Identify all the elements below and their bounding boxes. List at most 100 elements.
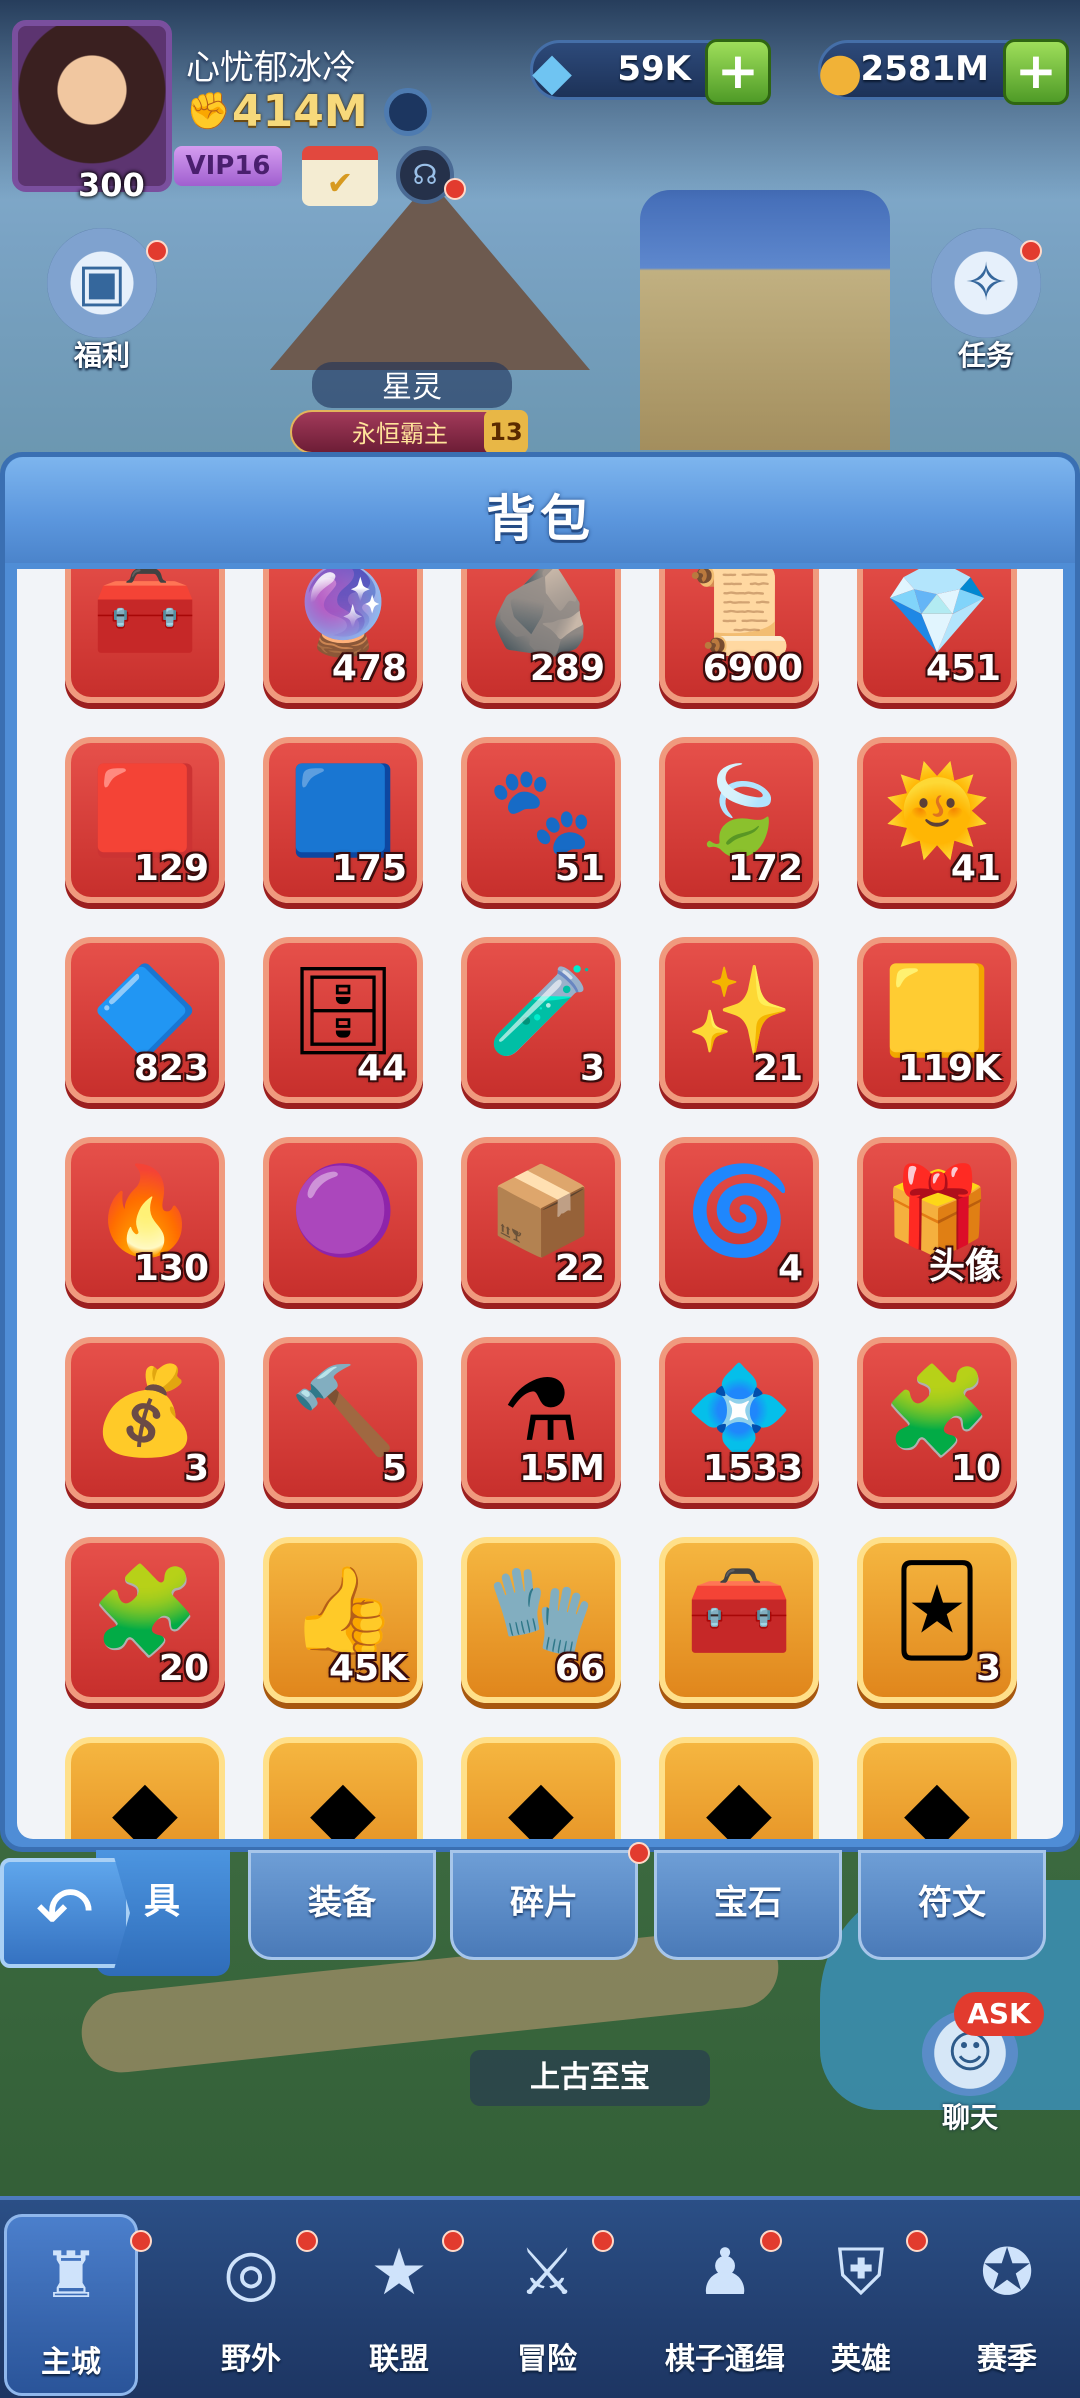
item-quantity: 1533 — [702, 1448, 803, 1489]
notification-dot — [130, 2230, 152, 2252]
target-icon[interactable] — [384, 88, 432, 136]
backpack-item-slot[interactable]: 💰 3 — [65, 1337, 225, 1503]
player-avatar[interactable]: 300 — [12, 20, 172, 204]
gold-ore-icon: 🟨 — [883, 961, 991, 1061]
backpack-item-slot[interactable]: ◆ — [65, 1737, 225, 1839]
backpack-item-slot[interactable]: 🗄 44 — [263, 937, 423, 1103]
backpack-item-slot[interactable]: 🔥 130 — [65, 1137, 225, 1303]
portal-icon: ◎ — [223, 2236, 279, 2310]
backpack-item-slot[interactable]: 🌀 4 — [659, 1137, 819, 1303]
nav-season[interactable]: ✪ 赛季 — [940, 2214, 1074, 2396]
backpack-item-slot[interactable]: 🧩 20 — [65, 1537, 225, 1703]
backpack-item-slot[interactable]: 🃏 3 — [857, 1537, 1017, 1703]
backpack-item-list[interactable]: 🧰 🔮 478 🪨 289 📜 6900 💎 451 🟥 129 🟦 175 🐾 51 🍃 172 🌞 41 🔷 823… — [17, 569, 1063, 1839]
backpack-item-slot[interactable]: ✨ 21 — [659, 937, 819, 1103]
nav-label: 英雄 — [831, 2342, 891, 2377]
panel-title-bar: 背包 — [5, 457, 1075, 563]
tab-equipment[interactable]: 装备 — [248, 1850, 436, 1960]
vip-badge[interactable]: VIP16 — [174, 146, 282, 186]
shield-star-icon: ★ — [370, 2236, 428, 2310]
backpack-item-slot[interactable]: 🎁 头像 — [857, 1137, 1017, 1303]
backpack-item-slot[interactable]: 🧩 10 — [857, 1337, 1017, 1503]
item-quantity: 5 — [381, 1448, 407, 1489]
title-badge-level: 13 — [484, 410, 528, 454]
nav-main-city[interactable]: ♜ 主城 — [4, 2214, 138, 2396]
notification-dot — [906, 2230, 928, 2252]
golden-hammer-icon: 🔨 — [289, 1361, 397, 1461]
scene-banner-name: 星灵 — [312, 362, 512, 408]
nav-chess-bounty[interactable]: ♟ 棋子通缉 — [640, 2214, 810, 2396]
notification-dot — [442, 2230, 464, 2252]
backpack-item-slot[interactable]: 🔮 478 — [263, 569, 423, 703]
item-quantity: 21 — [752, 1048, 803, 1089]
item-quantity: 451 — [925, 648, 1001, 689]
player-name: 心忧郁冰冷 — [186, 48, 356, 88]
nav-label: 赛季 — [977, 2342, 1037, 2377]
blue-potion-icon: ⚗ — [502, 1361, 580, 1461]
backpack-item-slot[interactable]: 💎 451 — [857, 569, 1017, 703]
item-quantity: 45K — [329, 1648, 407, 1689]
backpack-item-slot[interactable]: 🔷 823 — [65, 937, 225, 1103]
backpack-item-slot[interactable]: ◆ — [857, 1737, 1017, 1839]
backpack-item-slot[interactable]: 📜 6900 — [659, 569, 819, 703]
diamond-icon: ◆ — [532, 42, 572, 102]
item-quantity: 172 — [727, 848, 803, 889]
diamond-currency: ◆ 59K + — [530, 39, 771, 105]
tab-runes[interactable]: 符文 — [858, 1850, 1046, 1960]
item-quantity: 175 — [331, 848, 407, 889]
bottom-nav: ♜ 主城 ◎ 野外 ★ 联盟 ⚔ 冒险 ♟ 棋子通缉 ⛨ 英雄 ✪ 赛季 — [0, 2196, 1080, 2398]
item-quantity: 44 — [356, 1048, 407, 1089]
notification-dot — [1020, 240, 1042, 262]
backpack-item-slot[interactable]: 💠 1533 — [659, 1337, 819, 1503]
backpack-item-slot[interactable]: ⚗ 15M — [461, 1337, 621, 1503]
add-diamond-button[interactable]: + — [705, 39, 771, 105]
item-quantity: 119K — [897, 1048, 1001, 1089]
backpack-item-slot[interactable]: 🐾 51 — [461, 737, 621, 903]
backpack-item-slot[interactable]: 📦 22 — [461, 1137, 621, 1303]
backpack-item-slot[interactable]: 👍 45K — [263, 1537, 423, 1703]
item-quantity: 129 — [133, 848, 209, 889]
item-quantity: 3 — [579, 1048, 605, 1089]
ask-badge[interactable]: ASK — [954, 1992, 1044, 2036]
title-badge: 永恒霸主 13 — [290, 410, 528, 454]
item-quantity: 130 — [133, 1248, 209, 1289]
tab-gems[interactable]: 宝石 — [654, 1850, 842, 1960]
backpack-item-slot[interactable]: 🟣 — [263, 1137, 423, 1303]
backpack-item-slot[interactable]: ◆ — [659, 1737, 819, 1839]
backpack-item-slot[interactable]: 🌞 41 — [857, 737, 1017, 903]
partial-item-icon: ◆ — [705, 1761, 773, 1839]
backpack-item-slot[interactable]: 🍃 172 — [659, 737, 819, 903]
backpack-item-slot[interactable]: 🧤 66 — [461, 1537, 621, 1703]
backpack-item-slot[interactable]: 🪨 289 — [461, 569, 621, 703]
location-plate[interactable]: 上古至宝 — [470, 2050, 710, 2106]
purple-coin-icon: 🟣 — [289, 1161, 397, 1261]
star-badge-icon: ✪ — [980, 2236, 1034, 2310]
add-gold-button[interactable]: + — [1003, 39, 1069, 105]
backpack-item-slot[interactable]: ◆ — [263, 1737, 423, 1839]
purple-potion-icon: 🧪 — [487, 961, 595, 1061]
calendar-checkin-icon[interactable]: ✔ — [302, 146, 378, 206]
backpack-item-slot[interactable]: ◆ — [461, 1737, 621, 1839]
partial-item-icon: ◆ — [507, 1761, 575, 1839]
item-quantity: 66 — [554, 1648, 605, 1689]
puzzle-fragment-icon: 🧩 — [883, 1361, 991, 1461]
backpack-item-slot[interactable]: 🧰 — [65, 569, 225, 703]
backpack-item-slot[interactable]: 🧰 — [659, 1537, 819, 1703]
backpack-item-slot[interactable]: 🟨 119K — [857, 937, 1017, 1103]
blue-tower-card-icon: 🟦 — [289, 761, 397, 861]
welfare-label: 福利 — [73, 339, 130, 372]
backpack-item-slot[interactable]: 🔨 5 — [263, 1337, 423, 1503]
backpack-item-slot[interactable]: 🟦 175 — [263, 737, 423, 903]
backpack-item-slot[interactable]: 🟥 129 — [65, 737, 225, 903]
back-arrow-icon[interactable]: ↶ — [0, 1858, 130, 1968]
puzzle-fragment-icon: 🧩 — [91, 1561, 199, 1661]
helmet-icon: ⛨ — [837, 2236, 885, 2310]
backpack-item-slot[interactable]: 🧪 3 — [461, 937, 621, 1103]
tab-fragments[interactable]: 碎片 — [450, 1850, 638, 1960]
diamond-amount: 59K — [617, 49, 691, 89]
item-quantity: 478 — [331, 648, 407, 689]
volcano-scenery — [270, 180, 590, 370]
hero-scroll-5-star-icon: 🌀 — [685, 1161, 793, 1261]
wooden-chest-icon: 📦 — [487, 1161, 595, 1261]
notification-dot — [760, 2230, 782, 2252]
